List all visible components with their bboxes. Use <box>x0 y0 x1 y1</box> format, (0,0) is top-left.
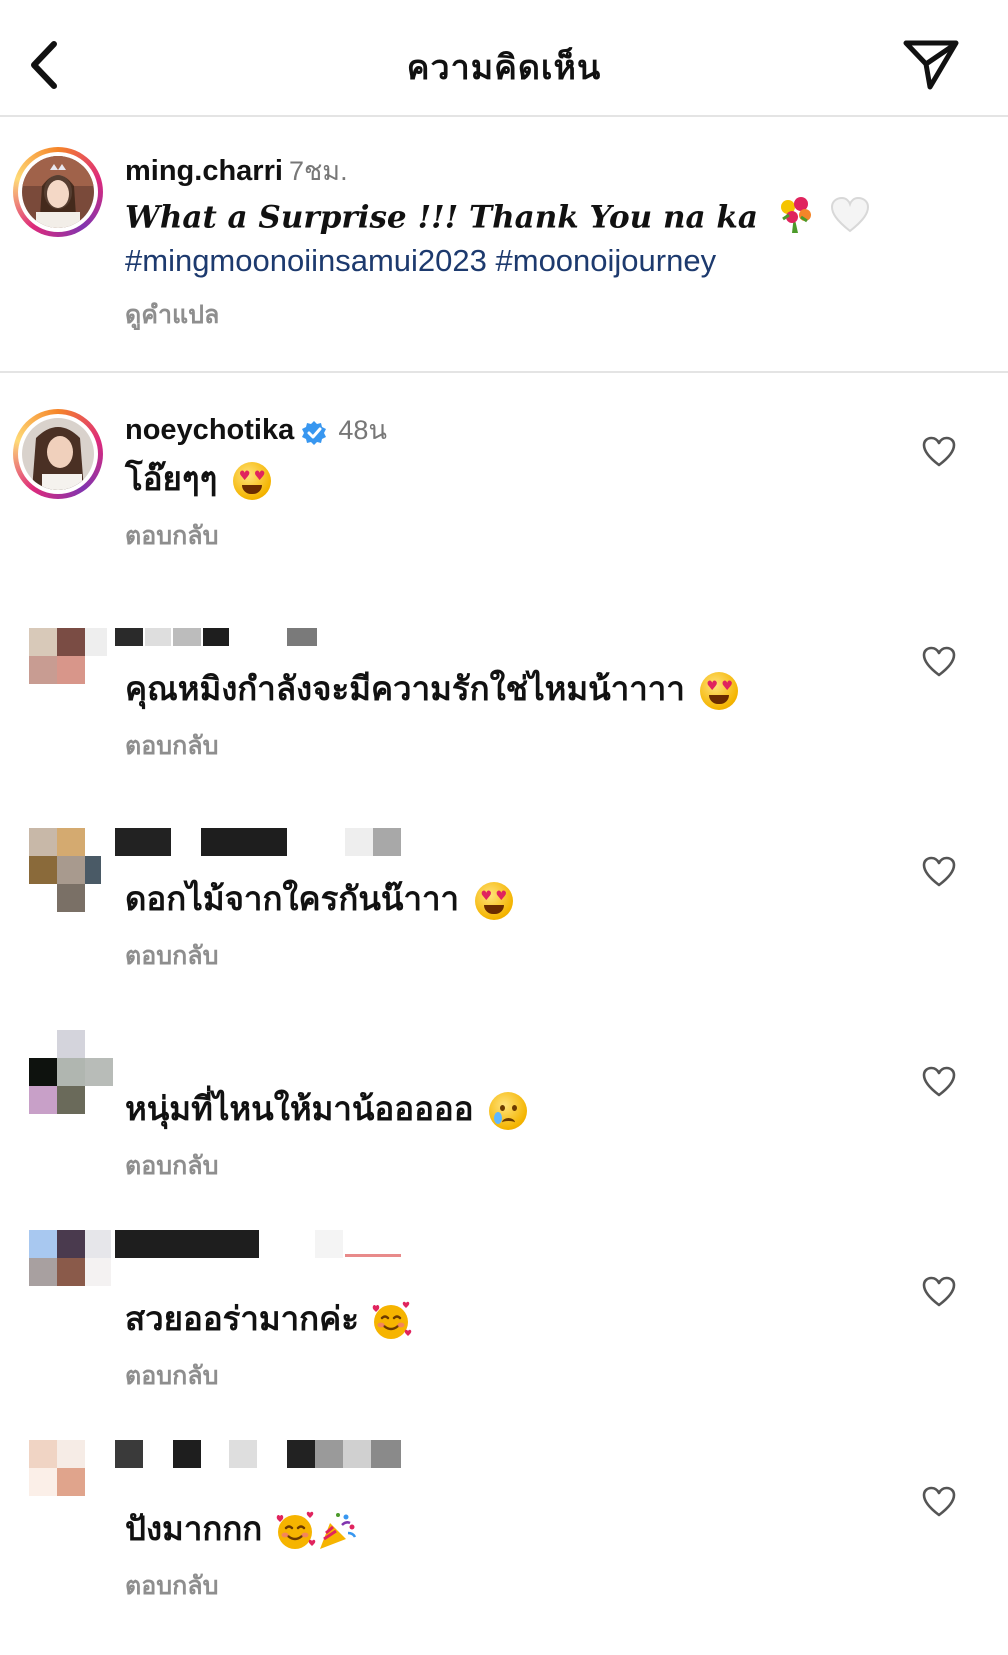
comment-item: หนุ่มที่ไหนให้มาน้อออออ ตอบกลับ <box>0 1030 1008 1235</box>
like-button[interactable] <box>922 646 956 678</box>
comment-text: ดอกไม้จากใครกันน๊าาา <box>125 879 460 918</box>
comment-text-line: คุณหมิงกำลังจะมีความรักใช่ไหมน้าาาา ♥ ♥ <box>125 662 739 715</box>
heart-outline-icon <box>922 856 956 887</box>
caption-hashtags[interactable]: #mingmoonoiinsamui2023 #moonoijourney <box>125 243 716 279</box>
comment-text-line: ปังมากกก <box>125 1502 358 1555</box>
heart-outline-icon <box>922 646 956 677</box>
bouquet-emoji <box>777 195 815 243</box>
caption-text-line: What a Surprise !!! Thank You na ka <box>125 195 870 243</box>
white-heart-emoji <box>830 196 870 242</box>
paper-plane-icon <box>903 40 959 90</box>
page-title: ความคิดเห็น <box>406 48 602 88</box>
crying-face-emoji <box>489 1091 528 1130</box>
comment-item: ดอกไม้จากใครกันน๊าาา ♥ ♥ ตอบกลับ <box>0 820 1008 1025</box>
comment-text: หนุ่มที่ไหนให้มาน้อออออ <box>125 1089 474 1128</box>
top-bar: ความคิดเห็น <box>0 0 1008 117</box>
heart-eyes-emoji: ♥ ♥ <box>700 671 739 710</box>
comment-text-line: หนุ่มที่ไหนให้มาน้อออออ <box>125 1082 528 1135</box>
reply-button[interactable]: ตอบกลับ <box>125 1356 218 1396</box>
comment-text-line: สวยออร่ามากค่ะ <box>125 1292 412 1345</box>
comment-item: ปังมากกก ตอบกลับ <box>0 1440 1008 1655</box>
heart-outline-icon <box>922 1066 956 1097</box>
reply-button[interactable]: ตอบกลับ <box>125 936 218 976</box>
smiling-face-with-hearts-emoji <box>274 1511 316 1551</box>
heart-outline-icon <box>922 1276 956 1307</box>
like-button[interactable] <box>922 1066 956 1098</box>
caption-time: 7ชม. <box>288 156 348 186</box>
heart-outline-icon <box>922 1486 956 1517</box>
see-translation-link[interactable]: ดูคำแปล <box>125 295 219 335</box>
reply-button[interactable]: ตอบกลับ <box>125 516 218 556</box>
share-button[interactable] <box>902 37 960 91</box>
heart-eyes-emoji: ♥ ♥ <box>474 881 513 920</box>
avatar[interactable] <box>13 147 103 237</box>
comment-item: สวยออร่ามากค่ะ ตอบกลับ <box>0 1230 1008 1445</box>
comment-text: โอ๊ยๆๆ <box>125 459 218 498</box>
smiling-face-with-hearts-emoji <box>370 1301 412 1341</box>
like-button[interactable] <box>922 1276 956 1308</box>
like-button[interactable] <box>922 436 956 468</box>
heart-eyes-emoji: ♥ ♥ <box>232 461 271 500</box>
post-caption: ming.charri 7ชม. What a Surprise !!! Than… <box>0 117 1008 373</box>
comment-text: คุณหมิงกำลังจะมีความรักใช่ไหมน้าาาา <box>125 669 685 708</box>
like-button[interactable] <box>922 856 956 888</box>
caption-text: What a Surprise !!! Thank You na ka <box>125 199 758 236</box>
comment-text: สวยออร่ามากค่ะ <box>125 1299 359 1338</box>
verified-badge-icon <box>301 420 327 450</box>
comment-text-line: ดอกไม้จากใครกันน๊าาา ♥ ♥ <box>125 872 513 925</box>
like-button[interactable] <box>922 1486 956 1518</box>
reply-button[interactable]: ตอบกลับ <box>125 726 218 766</box>
reply-button[interactable]: ตอบกลับ <box>125 1566 218 1606</box>
avatar[interactable] <box>13 409 103 499</box>
reply-button[interactable]: ตอบกลับ <box>125 1146 218 1186</box>
comment-item: คุณหมิงกำลังจะมีความรักใช่ไหมน้าาาา ♥ ♥ ต… <box>0 610 1008 815</box>
caption-username[interactable]: ming.charri <box>125 155 283 187</box>
party-popper-emoji <box>316 1511 358 1551</box>
comment-username[interactable]: noeychotika <box>125 414 294 446</box>
heart-outline-icon <box>922 436 956 467</box>
comment-text: ปังมากกก <box>125 1509 263 1548</box>
comment-time: 48น <box>338 415 387 445</box>
comment-item: noeychotika 48น โอ๊ยๆๆ ♥ ♥ ตอบกลับ <box>0 400 1008 605</box>
comment-text-line: โอ๊ยๆๆ ♥ ♥ <box>125 452 271 505</box>
